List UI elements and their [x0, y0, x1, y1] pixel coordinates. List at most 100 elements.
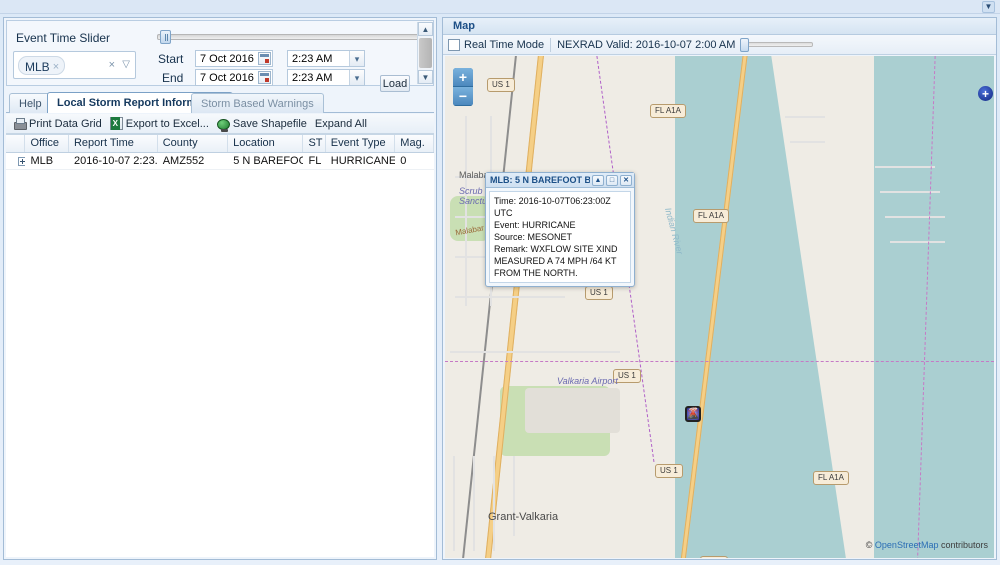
scroll-down-icon[interactable]: ▼	[418, 70, 433, 84]
printer-icon	[13, 117, 26, 130]
print-data-grid-label: Print Data Grid	[29, 118, 102, 130]
grid-header-event-type[interactable]: Event Type	[326, 135, 396, 152]
zoom-in-button[interactable]: +	[453, 68, 473, 87]
chevron-down-icon[interactable]: ▽	[122, 59, 130, 70]
map-attribution: © OpenStreetMap contributors	[866, 540, 988, 550]
event-filter-box: Event Time Slider MLB × × ▽ Start End 7 …	[6, 20, 434, 86]
grid-header-mag[interactable]: Mag.	[395, 135, 434, 152]
row-expander-cell[interactable]	[6, 153, 25, 169]
popup-maximize-icon[interactable]: □	[606, 175, 618, 186]
street	[890, 241, 945, 243]
start-date-input[interactable]: 7 Oct 2016	[195, 50, 273, 67]
hurricane-marker-icon[interactable]: 🌋	[685, 406, 701, 422]
excel-icon	[110, 117, 123, 130]
popup-body: Time: 2016-10-07T06:23:00Z UTC Event: HU…	[489, 191, 631, 283]
save-shapefile-button[interactable]: Save Shapefile	[215, 115, 313, 133]
left-panel: Event Time Slider MLB × × ▽ Start End 7 …	[3, 17, 437, 560]
row-county: AMZ552	[158, 153, 228, 169]
map-feature-popup[interactable]: MLB: 5 N BAREFOOT BAY ▲ □ ✕ Time: 2016-1…	[485, 172, 635, 287]
popup-remark: Remark: WXFLOW SITE XIND MEASURED A 74 M…	[494, 243, 626, 279]
attribution-prefix: ©	[866, 540, 875, 550]
filter-scrollbar[interactable]: ▲ ▼	[417, 22, 432, 84]
airport-area	[525, 388, 620, 433]
grid-header-county[interactable]: County	[158, 135, 228, 152]
grid-toolbar: Print Data Grid Export to Excel... Save …	[6, 114, 434, 134]
save-shapefile-label: Save Shapefile	[233, 118, 307, 130]
end-date-input[interactable]: 7 Oct 2016	[195, 69, 273, 86]
tab-storm-based-warnings[interactable]: Storm Based Warnings	[191, 93, 324, 113]
print-data-grid-button[interactable]: Print Data Grid	[11, 115, 108, 133]
highway-shield-us1: US 1	[700, 556, 728, 558]
street	[473, 456, 475, 551]
scrollbar-thumb[interactable]	[419, 38, 432, 68]
row-office: MLB	[25, 153, 69, 169]
map-panel-title: Map	[443, 18, 996, 35]
popup-event: Event: HURRICANE	[494, 219, 626, 231]
end-time-input[interactable]: 2:23 AM ▾	[287, 69, 365, 86]
grid-header-row: Office Report Time County Location ST Ev…	[6, 135, 434, 153]
malabar-road	[450, 351, 620, 353]
street	[785, 116, 825, 118]
start-time-input[interactable]: 2:23 AM ▾	[287, 50, 365, 67]
map-zoom-controls[interactable]: + −	[453, 68, 473, 106]
add-layer-button[interactable]: +	[978, 86, 993, 101]
popup-collapse-icon[interactable]: ▲	[592, 175, 604, 186]
clear-icon[interactable]: ×	[109, 59, 115, 71]
calendar-icon[interactable]	[258, 71, 271, 84]
chevron-down-icon[interactable]: ▾	[349, 70, 364, 85]
end-date-value: 7 Oct 2016	[200, 72, 254, 84]
nexrad-slider-thumb[interactable]	[740, 38, 749, 52]
popup-time: Time: 2016-10-07T06:23:00Z UTC	[494, 195, 626, 219]
office-tag-mlb[interactable]: MLB ×	[18, 56, 65, 75]
load-button[interactable]: Load	[380, 75, 410, 92]
grid-header-office[interactable]: Office	[25, 135, 69, 152]
highway-shield-us1: US 1	[487, 78, 515, 92]
tab-help[interactable]: Help	[9, 93, 52, 113]
table-row[interactable]: MLB 2016-10-07 2:23... AMZ552 5 N BAREFO…	[6, 153, 434, 170]
row-location: 5 N BAREFOOT ...	[228, 153, 303, 169]
expand-all-label: Expand All	[315, 118, 367, 130]
application-window: ▼ Event Time Slider MLB × × ▽ Start End …	[0, 0, 1000, 565]
start-date-value: 7 Oct 2016	[200, 53, 254, 65]
highway-shield-us1: US 1	[585, 286, 613, 300]
street	[455, 296, 565, 298]
data-grid: Office Report Time County Location ST Ev…	[6, 134, 434, 557]
real-time-mode-checkbox[interactable]	[448, 39, 460, 51]
end-label: End	[162, 71, 183, 85]
expand-row-icon[interactable]	[18, 157, 25, 166]
openstreetmap-link[interactable]: OpenStreetMap	[875, 540, 939, 550]
grid-header-report-time[interactable]: Report Time	[69, 135, 158, 152]
nexrad-time-slider[interactable]	[741, 42, 813, 47]
street	[493, 456, 495, 551]
office-tag-label: MLB	[25, 60, 50, 74]
start-time-value: 2:23 AM	[292, 53, 332, 65]
tab-bar: Help Local Storm Report Information Stor…	[6, 91, 434, 113]
highway-shield-fla1a: FL A1A	[813, 471, 849, 485]
street	[465, 116, 467, 306]
calendar-icon[interactable]	[258, 52, 271, 65]
fl-a1a-highway	[677, 56, 750, 558]
event-time-slider-thumb[interactable]	[160, 30, 171, 44]
event-time-slider-track[interactable]	[157, 34, 419, 40]
street	[513, 456, 515, 536]
office-tag-field[interactable]: MLB × × ▽	[13, 51, 136, 79]
street	[875, 166, 935, 168]
chevron-down-icon[interactable]: ▾	[349, 51, 364, 66]
highway-shield-fla1a: FL A1A	[693, 209, 729, 223]
row-event-type: HURRICANE	[326, 153, 396, 169]
remove-tag-icon[interactable]: ×	[53, 61, 59, 73]
popup-close-icon[interactable]: ✕	[620, 175, 632, 186]
zoom-out-button[interactable]: −	[453, 87, 473, 106]
expand-all-button[interactable]: Expand All	[313, 115, 373, 133]
grid-header-location[interactable]: Location	[228, 135, 303, 152]
map-canvas[interactable]: US 1 US 1 US 1 US 1 US 1 US 1 FL A1A FL …	[445, 56, 994, 558]
export-to-excel-button[interactable]: Export to Excel...	[108, 115, 215, 133]
real-time-mode-label: Real Time Mode	[464, 39, 544, 51]
row-mag: 0	[395, 153, 434, 169]
row-report-time: 2016-10-07 2:23...	[69, 153, 158, 169]
grid-header-st[interactable]: ST	[303, 135, 325, 152]
popup-header: MLB: 5 N BAREFOOT BAY ▲ □ ✕	[486, 173, 634, 188]
close-icon[interactable]: ▼	[982, 1, 995, 13]
grid-header-expander	[6, 135, 25, 152]
scroll-up-icon[interactable]: ▲	[418, 22, 433, 36]
